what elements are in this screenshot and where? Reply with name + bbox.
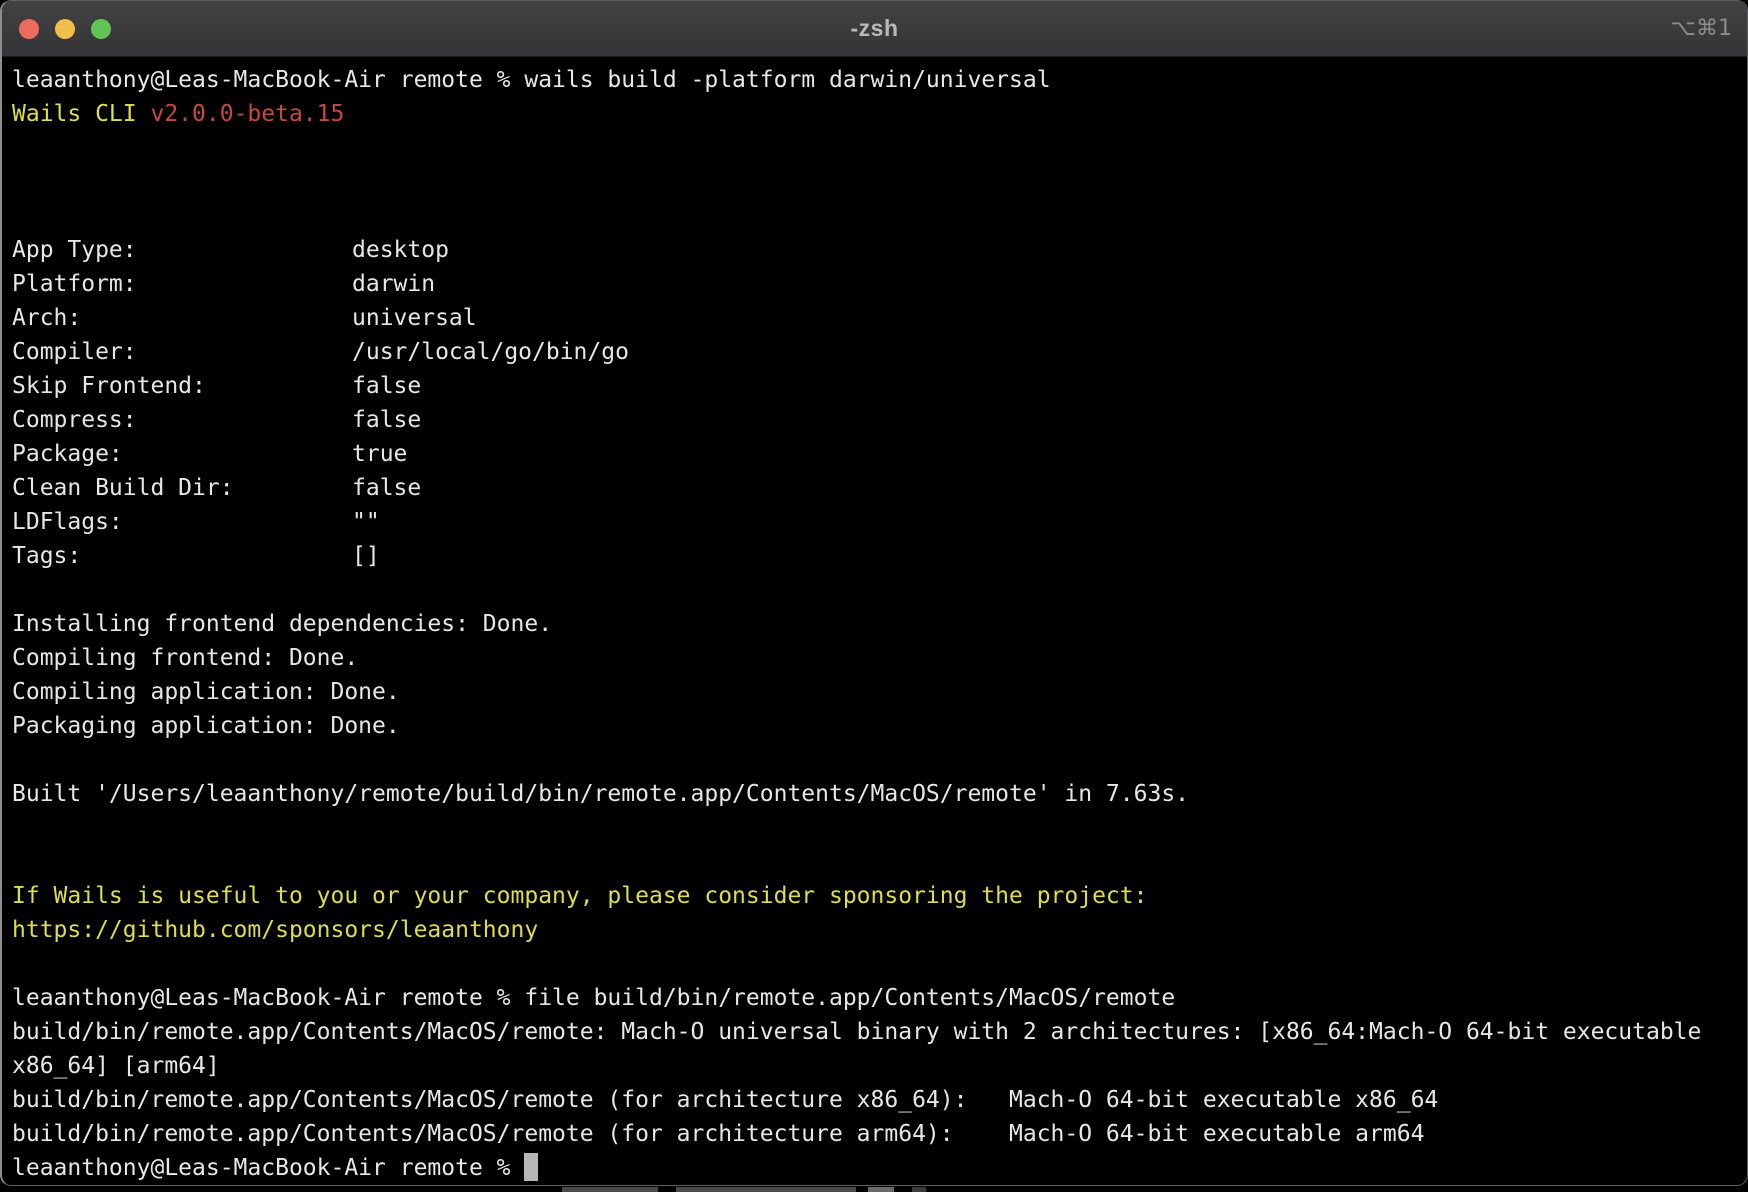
terminal-line: LDFlags:"" bbox=[12, 505, 1739, 539]
background-window-fragment bbox=[676, 1187, 856, 1192]
terminal-line: https://github.com/sponsors/leaanthony bbox=[12, 913, 1739, 947]
terminal-text-segment: leaanthony@Leas-MacBook-Air remote % bbox=[12, 1155, 524, 1181]
terminal-text-segment: Packaging application: Done. bbox=[12, 713, 400, 739]
terminal-text-segment: Installing frontend dependencies: Done. bbox=[12, 611, 552, 637]
tab-shortcut-label: ⌥⌘1 bbox=[1671, 1, 1732, 56]
terminal-text-segment: x86_64] [arm64] bbox=[12, 1053, 220, 1079]
terminal-line bbox=[12, 947, 1739, 981]
terminal-text-segment: https://github.com/sponsors/leaanthony bbox=[12, 917, 538, 943]
terminal-line: leaanthony@Leas-MacBook-Air remote % bbox=[12, 1151, 1739, 1185]
terminal-line: leaanthony@Leas-MacBook-Air remote % fil… bbox=[12, 981, 1739, 1015]
window-titlebar[interactable]: -zsh ⌥⌘1 bbox=[2, 1, 1747, 57]
build-summary-label: LDFlags: bbox=[12, 505, 352, 539]
build-summary-label: Compiler: bbox=[12, 335, 352, 369]
terminal-line: Platform:darwin bbox=[12, 267, 1739, 301]
terminal-cursor bbox=[524, 1153, 538, 1181]
terminal-text-segment: If Wails is useful to you or your compan… bbox=[12, 883, 1147, 909]
terminal-text-segment: build/bin/remote.app/Contents/MacOS/remo… bbox=[12, 1087, 1438, 1113]
terminal-text-segment: leaanthony@Leas-MacBook-Air remote % fil… bbox=[12, 985, 1175, 1011]
terminal-text-segment: v2.0.0-beta.15 bbox=[150, 101, 344, 127]
build-summary-label: Tags: bbox=[12, 539, 352, 573]
background-window-fragment bbox=[868, 1187, 894, 1192]
build-summary-value: false bbox=[352, 407, 421, 433]
build-summary-value: [] bbox=[352, 543, 380, 569]
terminal-line: Arch:universal bbox=[12, 301, 1739, 335]
terminal-text-segment: Compiling application: Done. bbox=[12, 679, 400, 705]
terminal-window: -zsh ⌥⌘1 leaanthony@Leas-MacBook-Air rem… bbox=[0, 0, 1748, 1186]
terminal-line: Compiling frontend: Done. bbox=[12, 641, 1739, 675]
build-summary-value: "" bbox=[352, 509, 380, 535]
terminal-line: If Wails is useful to you or your compan… bbox=[12, 879, 1739, 913]
terminal-line bbox=[12, 845, 1739, 879]
terminal-line: build/bin/remote.app/Contents/MacOS/remo… bbox=[12, 1083, 1739, 1117]
terminal-line: build/bin/remote.app/Contents/MacOS/remo… bbox=[12, 1117, 1739, 1151]
terminal-line: build/bin/remote.app/Contents/MacOS/remo… bbox=[12, 1015, 1739, 1049]
terminal-line: Compiling application: Done. bbox=[12, 675, 1739, 709]
terminal-line bbox=[12, 165, 1739, 199]
terminal-line: Installing frontend dependencies: Done. bbox=[12, 607, 1739, 641]
terminal-line: Built '/Users/leaanthony/remote/build/bi… bbox=[12, 777, 1739, 811]
terminal-line: Skip Frontend:false bbox=[12, 369, 1739, 403]
terminal-line: Tags:[] bbox=[12, 539, 1739, 573]
terminal-line: Clean Build Dir:false bbox=[12, 471, 1739, 505]
terminal-text-segment: Compiling frontend: Done. bbox=[12, 645, 358, 671]
build-summary-value: true bbox=[352, 441, 407, 467]
build-summary-value: darwin bbox=[352, 271, 435, 297]
build-summary-label: Arch: bbox=[12, 301, 352, 335]
terminal-line: Package:true bbox=[12, 437, 1739, 471]
window-title: -zsh bbox=[2, 15, 1747, 42]
terminal-text-segment: leaanthony@Leas-MacBook-Air remote % wai… bbox=[12, 67, 1051, 93]
terminal-line: x86_64] [arm64] bbox=[12, 1049, 1739, 1083]
terminal-line: Packaging application: Done. bbox=[12, 709, 1739, 743]
terminal-line: Wails CLI v2.0.0-beta.15 bbox=[12, 97, 1739, 131]
build-summary-value: desktop bbox=[352, 237, 449, 263]
terminal-line bbox=[12, 199, 1739, 233]
build-summary-label: Skip Frontend: bbox=[12, 369, 352, 403]
terminal-line: leaanthony@Leas-MacBook-Air remote % wai… bbox=[12, 63, 1739, 97]
build-summary-label: App Type: bbox=[12, 233, 352, 267]
terminal-text-segment: Built '/Users/leaanthony/remote/build/bi… bbox=[12, 781, 1189, 807]
build-summary-label: Clean Build Dir: bbox=[12, 471, 352, 505]
terminal-line bbox=[12, 573, 1739, 607]
background-window-fragment bbox=[562, 1187, 658, 1192]
terminal-line bbox=[12, 743, 1739, 777]
build-summary-value: false bbox=[352, 373, 421, 399]
terminal-text-segment: Wails CLI bbox=[12, 101, 150, 127]
build-summary-value: false bbox=[352, 475, 421, 501]
close-button[interactable] bbox=[19, 19, 39, 39]
terminal-line bbox=[12, 811, 1739, 845]
fullscreen-button[interactable] bbox=[91, 19, 111, 39]
build-summary-value: /usr/local/go/bin/go bbox=[352, 339, 629, 365]
build-summary-value: universal bbox=[352, 305, 477, 331]
build-summary-label: Compress: bbox=[12, 403, 352, 437]
background-window-sliver bbox=[0, 1186, 1748, 1192]
terminal-line: Compress:false bbox=[12, 403, 1739, 437]
terminal-text-segment: build/bin/remote.app/Contents/MacOS/remo… bbox=[12, 1019, 1701, 1045]
terminal-line: App Type:desktop bbox=[12, 233, 1739, 267]
traffic-lights bbox=[19, 1, 111, 56]
terminal-content[interactable]: leaanthony@Leas-MacBook-Air remote % wai… bbox=[2, 57, 1747, 1185]
minimize-button[interactable] bbox=[55, 19, 75, 39]
build-summary-label: Package: bbox=[12, 437, 352, 471]
build-summary-label: Platform: bbox=[12, 267, 352, 301]
terminal-line: Compiler:/usr/local/go/bin/go bbox=[12, 335, 1739, 369]
background-window-fragment bbox=[912, 1187, 926, 1192]
terminal-text-segment: build/bin/remote.app/Contents/MacOS/remo… bbox=[12, 1121, 1424, 1147]
terminal-line bbox=[12, 131, 1739, 165]
